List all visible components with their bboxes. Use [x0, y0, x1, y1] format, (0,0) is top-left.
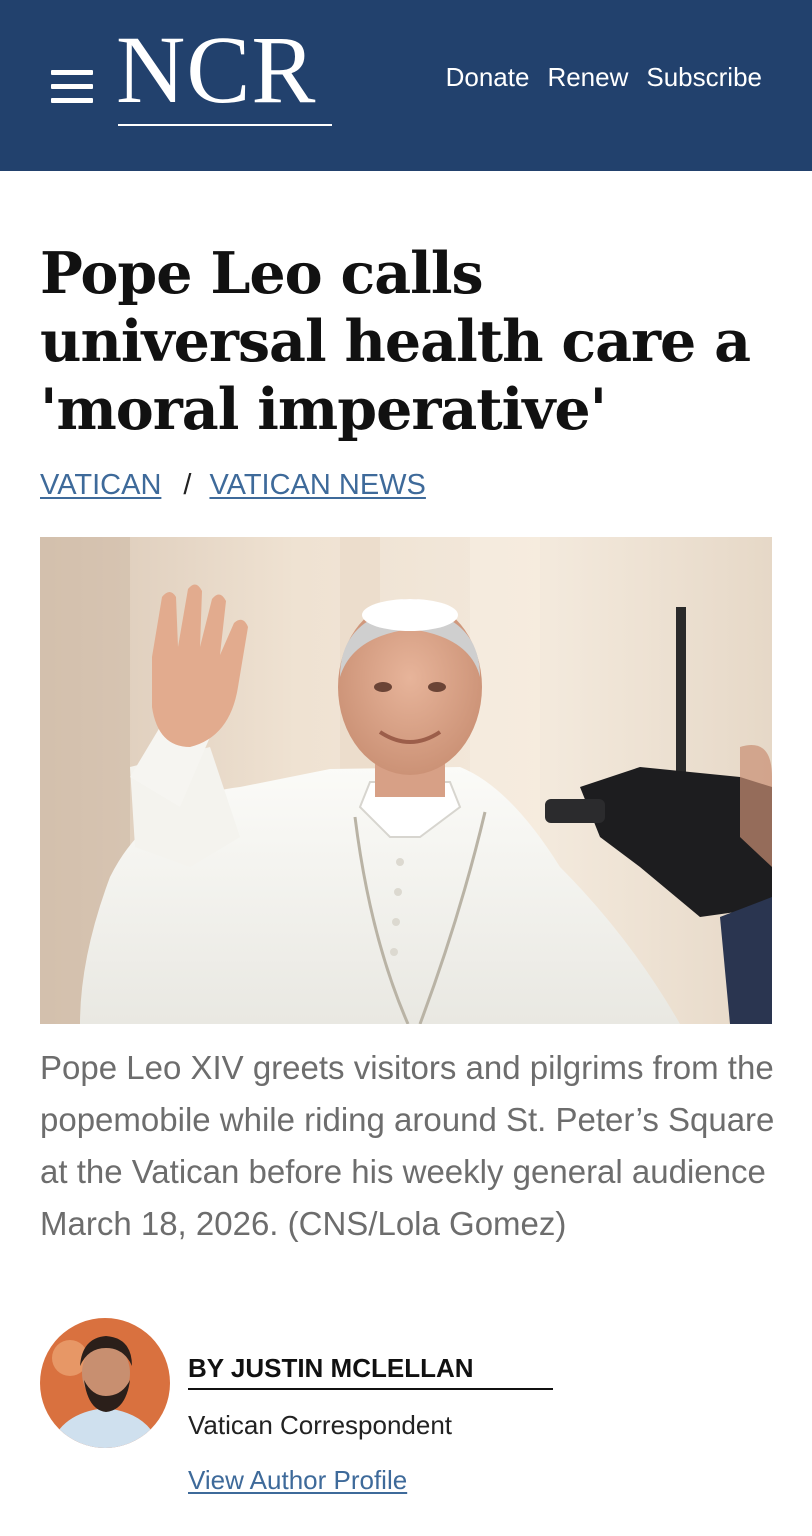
photo-caption: Pope Leo XIV greets visitors and pilgrim… — [40, 1049, 775, 1242]
author-byline[interactable]: BY JUSTIN MCLELLAN — [188, 1350, 553, 1390]
breadcrumb: VATICAN / VATICAN NEWS — [40, 466, 426, 504]
article-photo — [40, 537, 772, 1024]
logo-underline — [118, 124, 332, 126]
donate-link[interactable]: Donate — [446, 60, 530, 94]
header-nav: Donate Renew Subscribe — [446, 60, 762, 94]
article-headline: Pope Leo calls universal health care a '… — [40, 240, 751, 443]
renew-link[interactable]: Renew — [547, 60, 628, 94]
site-header: NCR Donate Renew Subscribe — [0, 0, 812, 171]
author-avatar[interactable] — [40, 1318, 170, 1448]
breadcrumb-vatican-news[interactable]: VATICAN NEWS — [209, 469, 425, 501]
view-author-profile-link[interactable]: View Author Profile — [188, 1462, 407, 1498]
breadcrumb-separator: / — [183, 469, 192, 501]
breadcrumb-vatican[interactable]: VATICAN — [40, 469, 161, 501]
site-logo[interactable]: NCR — [116, 22, 316, 132]
hamburger-menu-icon[interactable] — [51, 70, 93, 104]
author-role: Vatican Correspondent — [188, 1410, 453, 1440]
subscribe-link[interactable]: Subscribe — [646, 60, 762, 94]
